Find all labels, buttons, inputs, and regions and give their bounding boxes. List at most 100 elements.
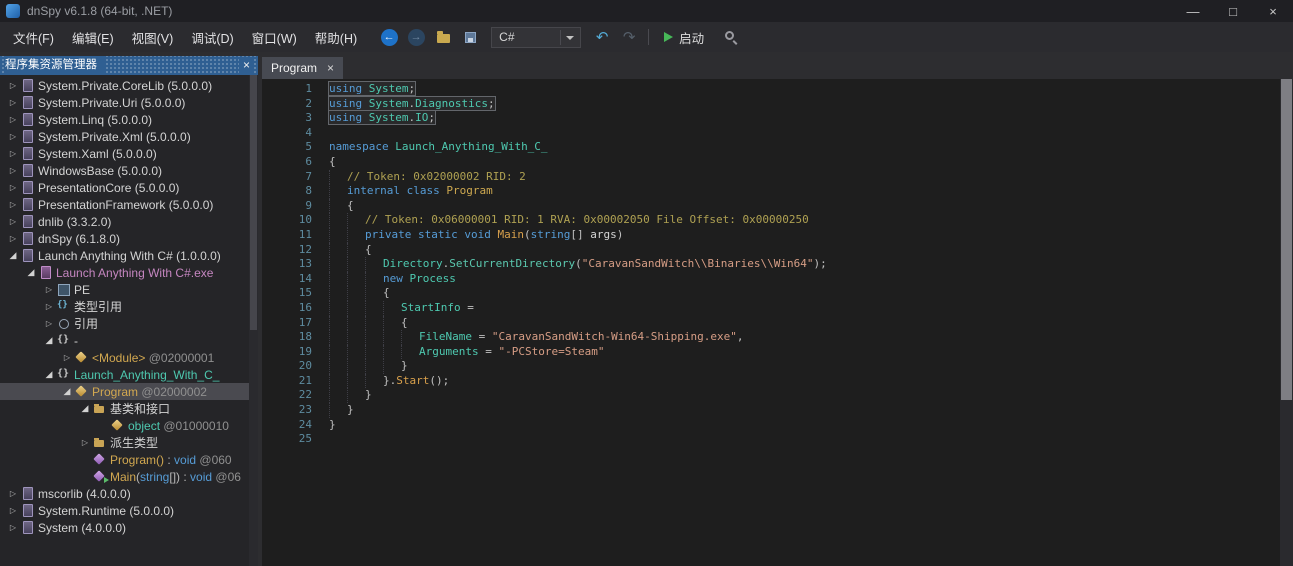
tree-item[interactable]: ▷派生类型 (0, 434, 258, 451)
navigate-back-button[interactable]: ← (378, 26, 400, 48)
editor-scrollbar-thumb[interactable] (1281, 79, 1292, 400)
redo-button[interactable]: ↷ (618, 26, 640, 48)
tree-item[interactable]: ◢基类和接口 (0, 400, 258, 417)
tree-item-label: dnlib (3.3.2.0) (38, 215, 111, 229)
indent-guide (329, 374, 347, 389)
expand-icon[interactable]: ▷ (6, 489, 20, 498)
highlight-box: using System; (329, 82, 415, 95)
tree-item-label: System (4.0.0.0) (38, 521, 126, 535)
assembly-tree[interactable]: ▷System.Private.CoreLib (5.0.0.0)▷System… (0, 75, 258, 566)
collapse-icon[interactable]: ◢ (78, 403, 92, 414)
undo-button[interactable]: ↶ (591, 26, 613, 48)
expand-icon[interactable]: ▷ (6, 149, 20, 158)
expand-icon[interactable]: ▷ (6, 523, 20, 532)
tree-item[interactable]: ▷System.Private.CoreLib (5.0.0.0) (0, 77, 258, 94)
line-number: 8 (262, 184, 312, 199)
navigate-forward-button[interactable]: → (405, 26, 427, 48)
language-select[interactable]: C# (491, 27, 581, 48)
start-button[interactable]: 启动 (657, 28, 711, 47)
tree-item[interactable]: ▷ dnlib (3.3.2.0) (0, 213, 258, 230)
tree-item[interactable]: ◢- (0, 332, 258, 349)
expand-icon[interactable]: ▷ (6, 183, 20, 192)
assembly-explorer-header[interactable]: 程序集资源管理器 × (0, 56, 258, 75)
indent-guide (347, 316, 365, 331)
minimize-button[interactable]: — (1173, 0, 1213, 22)
search-button[interactable] (716, 26, 738, 48)
menu-help[interactable]: 帮助(H) (306, 24, 366, 51)
tree-item[interactable]: ▷System.Runtime (5.0.0.0) (0, 502, 258, 519)
tree-scrollbar-thumb[interactable] (250, 75, 257, 330)
tree-item[interactable]: Program() : void @060 (0, 451, 258, 468)
tree-item[interactable]: ▷System.Linq (5.0.0.0) (0, 111, 258, 128)
tree-item[interactable]: ▷System.Xaml (5.0.0.0) (0, 145, 258, 162)
tree-item[interactable]: ▷WindowsBase (5.0.0.0) (0, 162, 258, 179)
expand-icon[interactable]: ▷ (42, 285, 56, 294)
tree-item[interactable]: ▷ System (4.0.0.0) (0, 519, 258, 536)
collapse-icon[interactable]: ◢ (42, 335, 56, 346)
expand-icon[interactable]: ▷ (6, 217, 20, 226)
tree-item[interactable]: ▷<Module> @02000001 (0, 349, 258, 366)
tree-item[interactable]: ▷引用 (0, 315, 258, 332)
line-number: 20 (262, 359, 312, 374)
collapse-icon[interactable]: ◢ (42, 369, 56, 380)
expand-icon[interactable]: ▷ (6, 115, 20, 124)
expand-icon[interactable]: ▷ (6, 81, 20, 90)
indent-guide (347, 374, 365, 389)
line-number: 24 (262, 418, 312, 433)
tree-item[interactable]: ▷System.Private.Uri (5.0.0.0) (0, 94, 258, 111)
maximize-button[interactable]: □ (1213, 0, 1253, 22)
assembly-icon (20, 129, 35, 144)
indent-guide (329, 403, 347, 418)
expand-icon[interactable]: ▷ (6, 166, 20, 175)
play-icon (664, 32, 673, 42)
collapse-icon[interactable]: ◢ (24, 267, 38, 278)
tree-item[interactable]: ▷System.Private.Xml (5.0.0.0) (0, 128, 258, 145)
expand-icon[interactable]: ▷ (6, 132, 20, 141)
tree-scrollbar[interactable] (249, 75, 258, 566)
expand-icon[interactable]: ▷ (6, 98, 20, 107)
tree-item[interactable]: ◢Launch_Anything_With_C_ (0, 366, 258, 383)
tree-item[interactable]: ▷PresentationFramework (5.0.0.0) (0, 196, 258, 213)
menu-debug[interactable]: 调试(D) (182, 24, 242, 51)
collapse-icon[interactable]: ◢ (6, 250, 20, 261)
tree-item-label: Program (92, 385, 138, 399)
start-button-label: 启动 (679, 28, 704, 47)
tree-item[interactable]: ◢Program @02000002 (0, 383, 258, 400)
menu-edit[interactable]: 编辑(E) (63, 24, 123, 51)
expand-icon[interactable]: ▷ (78, 438, 92, 447)
tab-program[interactable]: Program × (262, 57, 343, 79)
tree-item[interactable]: ▷dnSpy (6.1.8.0) (0, 230, 258, 247)
tree-item[interactable]: ▷mscorlib (4.0.0.0) (0, 485, 258, 502)
open-folder-icon (437, 34, 450, 43)
tree-item[interactable]: object @01000010 (0, 417, 258, 434)
expand-icon[interactable]: ▷ (42, 319, 56, 328)
tree-item[interactable]: ▷PresentationCore (5.0.0.0) (0, 179, 258, 196)
forward-icon: → (408, 29, 425, 46)
open-file-button[interactable] (432, 26, 454, 48)
tree-item[interactable]: ▷PE (0, 281, 258, 298)
expand-icon[interactable]: ▷ (60, 353, 74, 362)
main-area: 程序集资源管理器 × ▷System.Private.CoreLib (5.0.… (0, 52, 1293, 566)
code-editor[interactable]: 1using System;2using System.Diagnostics;… (262, 79, 1293, 566)
save-all-button[interactable] (459, 26, 481, 48)
tree-item[interactable]: ◢Launch Anything With C# (1.0.0.0) (0, 247, 258, 264)
code-line: 22} (262, 388, 1293, 403)
collapse-icon[interactable]: ◢ (60, 386, 74, 397)
expand-icon[interactable]: ▷ (6, 200, 20, 209)
line-number: 25 (262, 432, 312, 447)
expand-icon[interactable]: ▷ (6, 234, 20, 243)
tree-item[interactable]: ▷类型引用 (0, 298, 258, 315)
line-number: 16 (262, 301, 312, 316)
expand-icon[interactable]: ▷ (6, 506, 20, 515)
panel-close-icon[interactable]: × (239, 57, 254, 74)
menu-window[interactable]: 窗口(W) (243, 24, 306, 51)
tree-item[interactable]: Main(string[]) : void @06 (0, 468, 258, 485)
menu-view[interactable]: 视图(V) (123, 24, 183, 51)
editor-scrollbar[interactable] (1280, 79, 1293, 566)
close-button[interactable]: × (1253, 0, 1293, 22)
indent-guide (329, 316, 347, 331)
expand-icon[interactable]: ▷ (42, 302, 56, 311)
tab-close-icon[interactable]: × (327, 61, 334, 75)
menu-file[interactable]: 文件(F) (4, 24, 63, 51)
tree-item[interactable]: ◢Launch Anything With C#.exe (0, 264, 258, 281)
